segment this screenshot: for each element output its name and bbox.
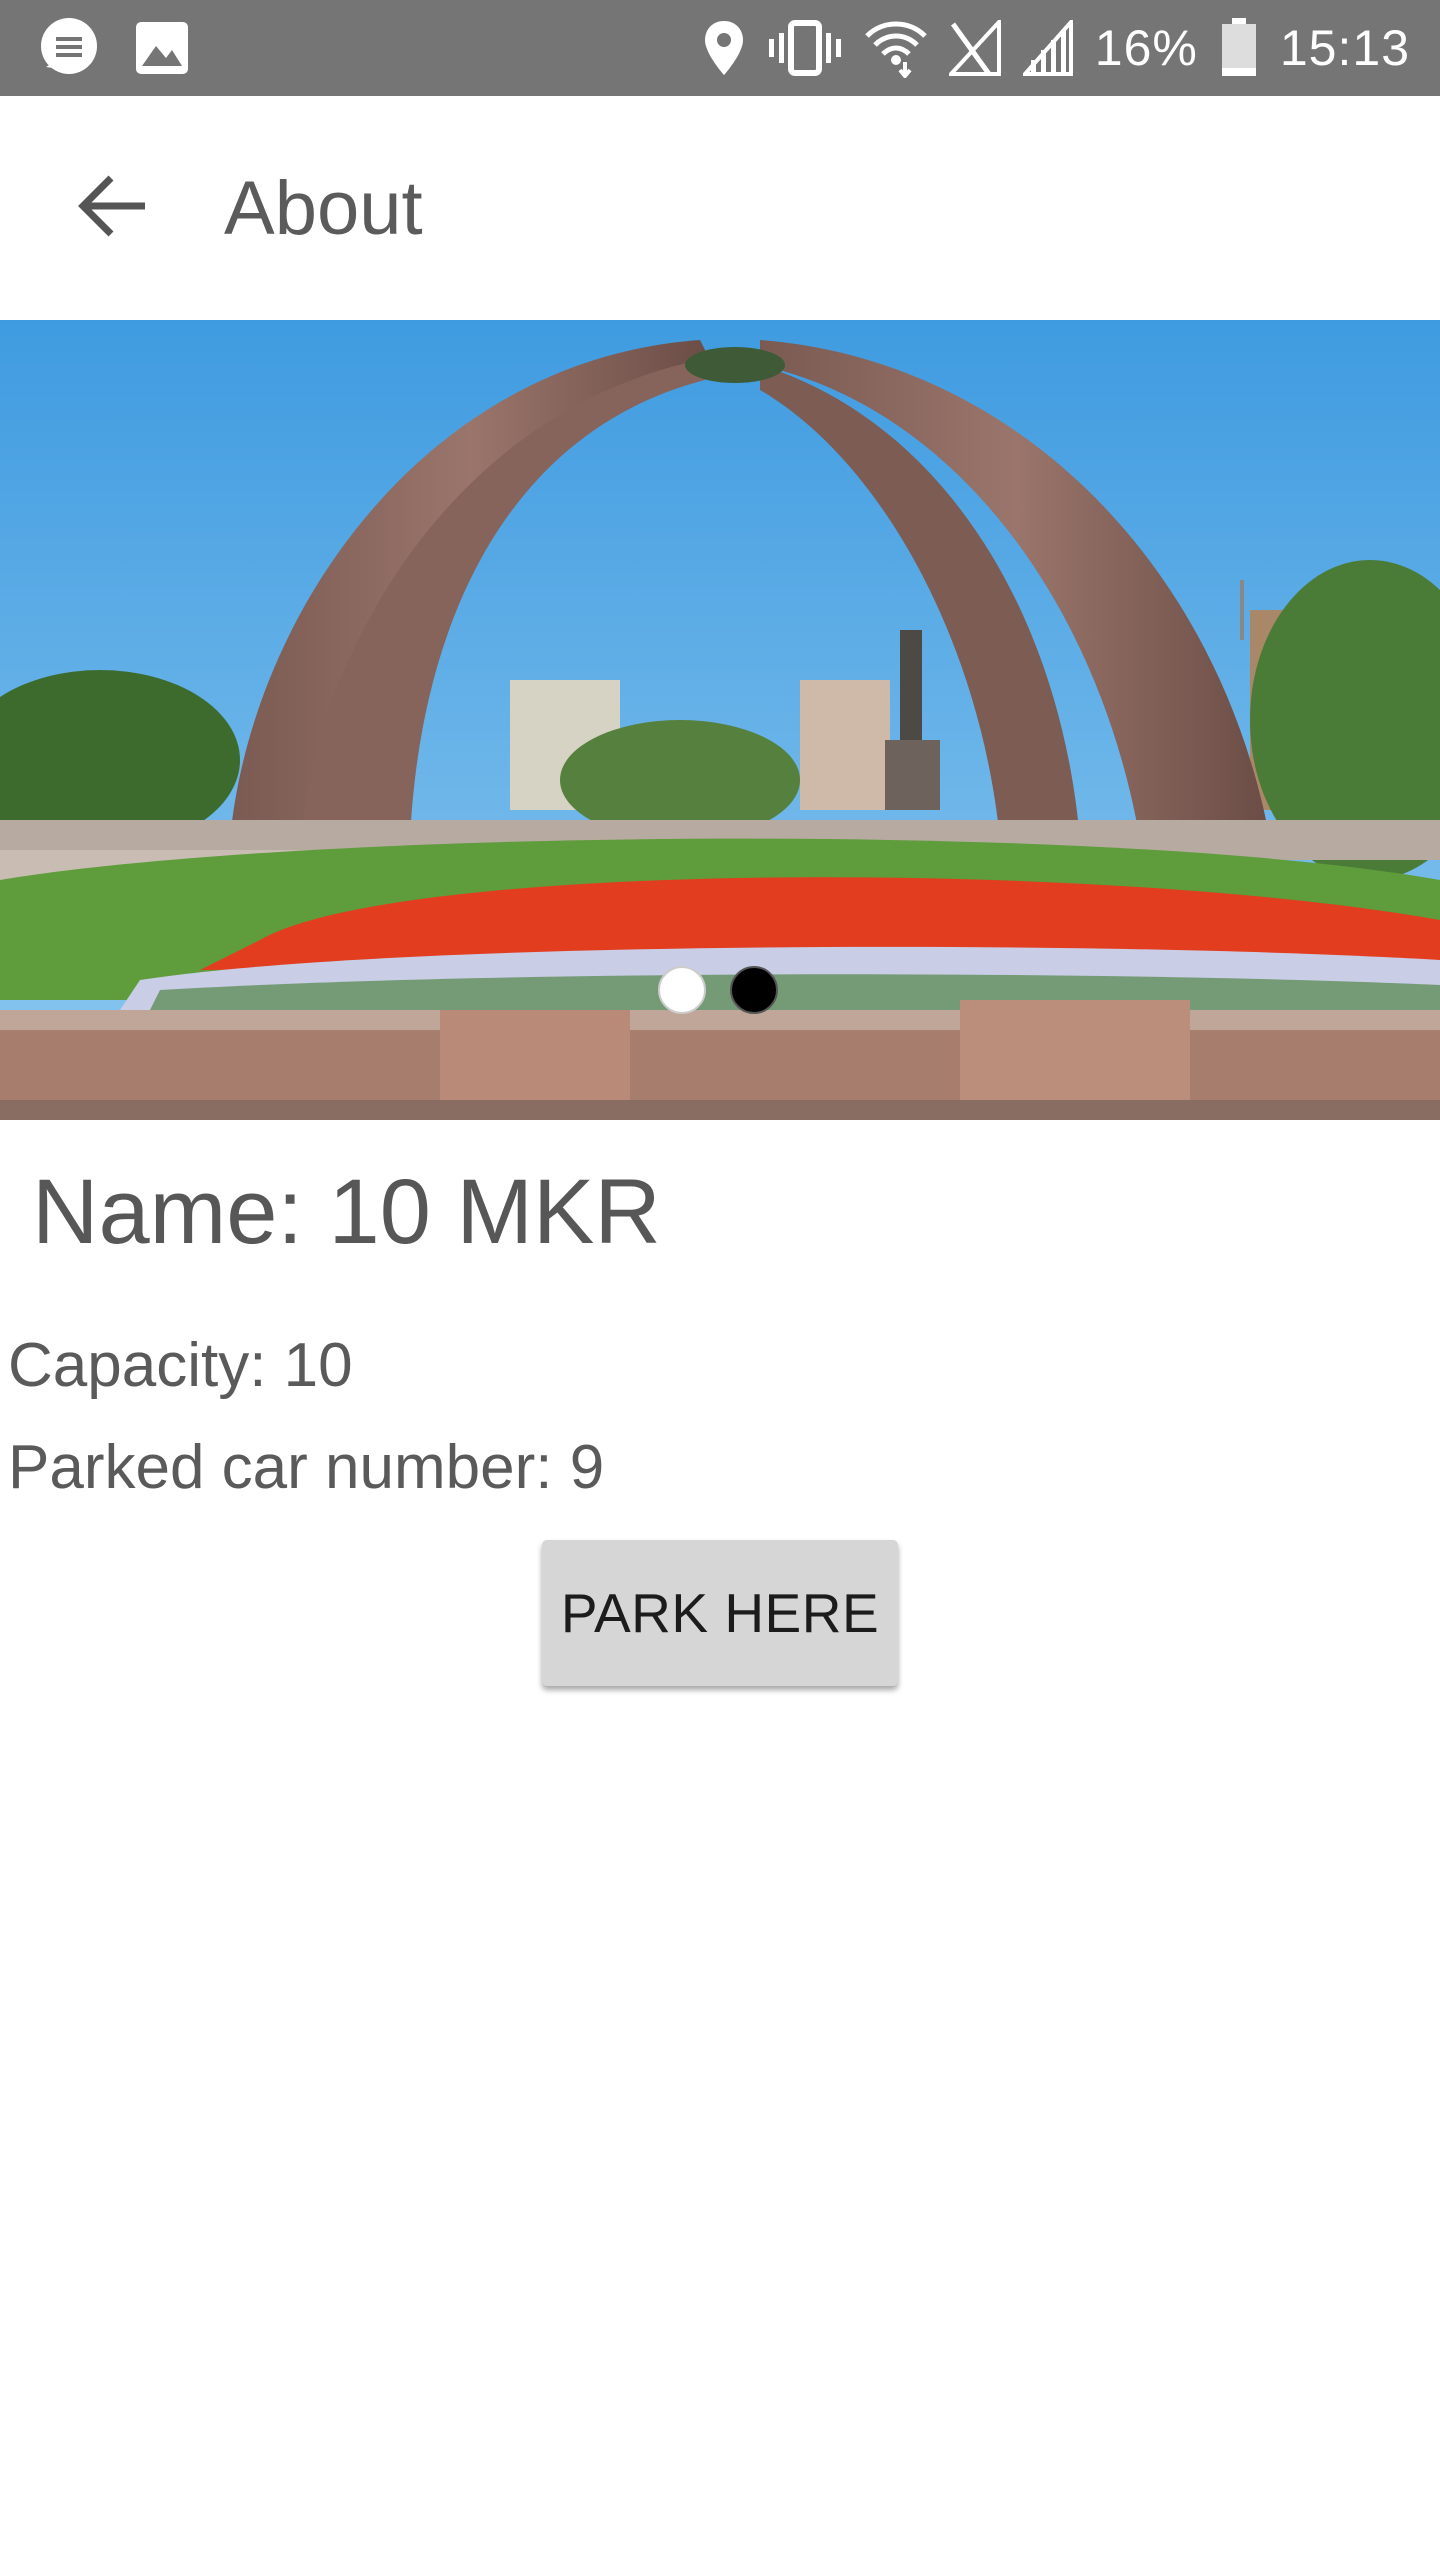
monument-photo xyxy=(0,320,1440,1120)
location-icon xyxy=(703,19,745,77)
parking-name: Name: 10 MKR xyxy=(32,1161,661,1263)
back-button[interactable] xyxy=(58,153,168,263)
arrow-back-icon xyxy=(77,174,149,243)
parked-count-text: Parked car number: 9 xyxy=(8,1433,605,1502)
image-icon xyxy=(134,20,190,76)
status-bar: 16% 15:13 xyxy=(0,0,1440,96)
capacity-text: Capacity: 10 xyxy=(8,1331,353,1400)
wifi-icon xyxy=(865,18,927,78)
carousel-dot-2[interactable] xyxy=(730,966,778,1014)
clock: 15:13 xyxy=(1279,20,1410,76)
chat-icon xyxy=(38,17,100,79)
page-title: About xyxy=(224,165,423,251)
image-carousel[interactable] xyxy=(0,320,1440,1120)
signal-off-icon xyxy=(948,20,1001,76)
battery-percent: 16% xyxy=(1094,20,1198,76)
app-bar: About xyxy=(0,96,1440,320)
battery-icon xyxy=(1220,18,1258,78)
carousel-dot-1[interactable] xyxy=(658,966,706,1014)
vibrate-icon xyxy=(767,19,843,77)
park-here-button[interactable]: PARK HERE xyxy=(542,1540,898,1686)
signal-icon xyxy=(1022,20,1073,76)
